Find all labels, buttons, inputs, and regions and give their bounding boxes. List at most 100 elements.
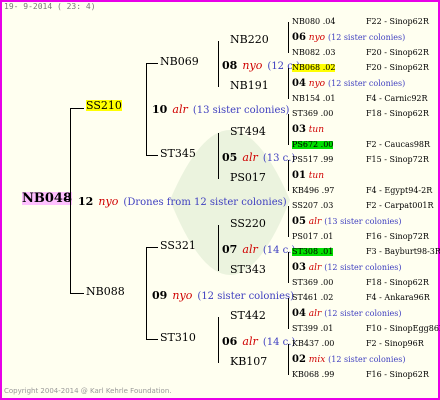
gen4-top-source: F18 - Sinop62R: [366, 109, 429, 118]
gen2-race-4: alr: [242, 335, 258, 348]
connector: [288, 298, 289, 329]
gen1-top-num: 10: [152, 103, 168, 116]
gen4-mid-note: (12 sister colonies): [327, 33, 406, 42]
gen4-bottom-source: F4 - Carnic92R: [366, 94, 428, 103]
gen2-info-2: 05 alr (13 c.): [222, 148, 295, 164]
gen4-bottom-source: F18 - Sinop62R: [366, 278, 429, 287]
root-num: 12: [78, 195, 94, 208]
root-race: nyo: [98, 195, 119, 208]
gen2-race-2: alr: [242, 151, 258, 164]
gen4-mid-info: 03 alr (12 sister colonies): [292, 263, 402, 273]
gen4-mid-num: 01: [292, 170, 306, 181]
gen4-top-id: ST308 .01: [292, 247, 334, 256]
gen4-mid-num: 03: [292, 262, 306, 273]
gen4-top-source: F15 - Sinop72R: [366, 155, 429, 164]
gen3-id-1: NB220: [230, 33, 269, 46]
gen4-mid-info: 02 mix (12 sister colonies): [292, 355, 405, 365]
gen4-mid-note: (12 sister colonies): [324, 309, 402, 318]
gen4-top-source: F4 - Ankara96R: [366, 293, 430, 302]
gen2-num-4: 06: [222, 335, 238, 348]
gen4-bottom-id: PS672 .00: [292, 140, 334, 149]
gen4-top-id: ST461 .02: [292, 293, 334, 302]
gen2-race-3: alr: [242, 243, 258, 256]
gen4-mid-info: 04 nyo (12 sister colonies): [292, 79, 405, 89]
connector: [70, 108, 71, 294]
gen4-mid-note: (12 sister colonies): [328, 355, 406, 364]
gen4-bottom-id: ST399 .01: [292, 324, 334, 333]
gen2-note-3: (14 c.): [262, 245, 296, 256]
gen4-top-source: F2 - Sinop96R: [366, 339, 424, 348]
gen4-mid-info: 01 tun: [292, 171, 324, 181]
gen4-bottom-source: F10 - SinopEgg86R: [366, 324, 440, 333]
connector: [218, 317, 219, 363]
gen2-id-1: NB069: [160, 55, 199, 68]
gen4-top-source: F3 - Bayburt98-3R: [366, 247, 440, 256]
gen4-mid-race: alr: [308, 217, 322, 227]
gen4-mid-race: tun: [308, 125, 325, 135]
gen4-bottom-source: F16 - Sinop62R: [366, 370, 429, 379]
gen1-top-info: 10 alr (13 sister colonies): [152, 100, 289, 116]
gen4-mid-num: 04: [292, 78, 306, 89]
gen4-bottom-id: KB068 .99: [292, 370, 335, 379]
connector: [288, 344, 289, 375]
gen2-num-2: 05: [222, 151, 238, 164]
gen2-num-1: 08: [222, 59, 238, 72]
gen2-race-1: nyo: [242, 59, 263, 72]
gen4-bottom-id: ST369 .00: [292, 278, 334, 287]
connector: [218, 133, 219, 179]
connector: [66, 199, 70, 200]
date-header: 19- 9-2014 ( 23: 4): [4, 2, 96, 11]
gen2-note-2: (13 c.): [262, 153, 296, 164]
gen2-num-3: 07: [222, 243, 238, 256]
gen4-mid-num: 03: [292, 124, 306, 135]
gen4-top-source: F20 - Sinop62R: [366, 63, 429, 72]
root-queen-id: NB048: [22, 191, 73, 206]
gen4-top-id: ST369 .00: [292, 109, 334, 118]
gen3-id-3: ST494: [230, 125, 266, 138]
gen4-bottom-id: PS017 .01: [292, 232, 334, 241]
gen3-id-5: SS220: [230, 217, 266, 230]
gen4-bottom-id: NB082 .03: [292, 48, 336, 57]
gen4-bottom-id: KB496 .97: [292, 186, 335, 195]
gen1-top-id: SS210: [86, 99, 122, 112]
gen4-bottom-source: F2 - Caucas98R: [366, 140, 431, 149]
gen2-info-4: 06 alr (14 c.): [222, 332, 295, 348]
gen4-bottom-source: F4 - Egypt94-2R: [366, 186, 433, 195]
gen2-id-2: ST345: [160, 147, 196, 160]
connector: [218, 225, 219, 271]
gen1-bottom-note: (12 sister colonies): [197, 291, 295, 302]
gen4-bottom-source: F20 - Sinop62R: [366, 48, 429, 57]
copyright-footer: Copyright 2004-2014 @ Karl Kehrle Founda…: [4, 387, 172, 395]
gen4-top-source: F2 - Carpat001R: [366, 201, 434, 210]
gen3-id-6: ST343: [230, 263, 266, 276]
gen2-id-3: SS321: [160, 239, 196, 252]
gen4-mid-race: nyo: [308, 33, 326, 43]
gen4-mid-race: alr: [308, 263, 322, 273]
gen1-bottom-id: NB088: [86, 285, 125, 298]
connector: [146, 63, 158, 64]
connector: [288, 252, 289, 283]
gen2-id-4: ST310: [160, 331, 196, 344]
connector: [146, 247, 158, 248]
connector: [146, 339, 158, 340]
gen4-mid-info: 04 alr (12 sister colonies): [292, 309, 402, 319]
gen3-id-4: PS017: [230, 171, 266, 184]
gen4-mid-num: 02: [292, 354, 306, 365]
connector: [146, 247, 147, 339]
gen4-top-id: SS207 .03: [292, 201, 334, 210]
connector: [70, 293, 84, 294]
connector: [288, 114, 289, 145]
gen4-mid-info: 05 alr (13 sister colonies): [292, 217, 402, 227]
gen4-mid-info: 03 tun: [292, 125, 324, 135]
root-note: (Drones from 12 sister colonies): [123, 197, 287, 208]
connector: [288, 160, 289, 191]
gen4-bottom-source: F16 - Sinop72R: [366, 232, 429, 241]
gen1-bottom-race: nyo: [172, 289, 193, 302]
gen3-id-2: NB191: [230, 79, 269, 92]
gen4-mid-note: (13 sister colonies): [324, 217, 402, 226]
gen2-info-3: 07 alr (14 c.): [222, 240, 295, 256]
gen2-note-4: (14 c.): [262, 337, 296, 348]
gen4-mid-race: nyo: [308, 79, 326, 89]
gen3-id-8: KB107: [230, 355, 268, 368]
gen4-mid-num: 04: [292, 308, 306, 319]
